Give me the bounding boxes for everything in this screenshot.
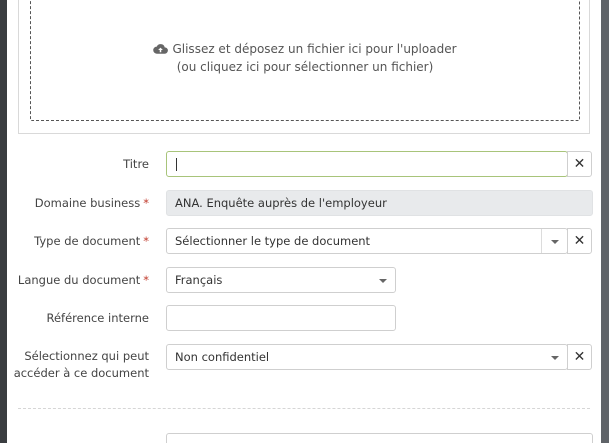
upload-modal: Glissez et déposez un fichier ici pour l… xyxy=(7,0,601,443)
field-row-cutoff xyxy=(7,433,601,443)
langue-select[interactable]: Français xyxy=(166,267,396,293)
close-icon: ✕ xyxy=(573,233,586,249)
titre-label: Titre xyxy=(123,157,149,171)
acces-select[interactable]: Non confidentiel xyxy=(166,344,568,370)
reference-label: Référence interne xyxy=(46,311,149,325)
field-row-langue: Langue du document * Français xyxy=(7,267,601,293)
dropzone-container: Glissez et déposez un fichier ici pour l… xyxy=(18,0,590,134)
chevron-down-icon xyxy=(379,279,387,283)
field-row-reference: Référence interne xyxy=(7,305,601,331)
chevron-down-icon xyxy=(551,356,559,360)
type-document-select[interactable]: Sélectionner le type de document xyxy=(166,228,568,254)
field-row-domaine: Domaine business * ANA. Enquête auprès de… xyxy=(7,190,601,216)
reference-interne-input[interactable] xyxy=(166,305,396,331)
field-row-acces: Sélectionnez qui peut accéder à ce docum… xyxy=(7,344,601,384)
text-cursor xyxy=(176,158,177,171)
domaine-business-field: ANA. Enquête auprès de l'employeur xyxy=(166,190,593,216)
dropzone-text-line1: Glissez et déposez un fichier ici pour l… xyxy=(172,41,457,56)
dropzone-text-line2: (ou cliquez ici pour sélectionner un fic… xyxy=(176,59,434,74)
langue-label: Langue du document * xyxy=(17,273,149,287)
close-icon: ✕ xyxy=(573,349,586,365)
field-row-type: Type de document * Sélectionner le type d… xyxy=(7,228,601,254)
cloud-upload-icon xyxy=(153,43,169,54)
chevron-down-icon xyxy=(551,240,559,244)
titre-input[interactable] xyxy=(166,151,568,177)
type-clear-button[interactable]: ✕ xyxy=(567,228,592,254)
type-label: Type de document * xyxy=(34,234,149,248)
titre-clear-button[interactable]: ✕ xyxy=(567,151,592,177)
acces-clear-button[interactable]: ✕ xyxy=(567,344,592,370)
acces-label: Sélectionnez qui peut accéder à ce docum… xyxy=(13,349,149,380)
section-divider xyxy=(18,408,590,409)
field-row-titre: Titre ✕ xyxy=(7,151,601,177)
cutoff-select[interactable] xyxy=(166,433,593,443)
domaine-label: Domaine business * xyxy=(34,196,149,210)
file-dropzone[interactable]: Glissez et déposez un fichier ici pour l… xyxy=(30,0,580,121)
close-icon: ✕ xyxy=(573,156,586,172)
